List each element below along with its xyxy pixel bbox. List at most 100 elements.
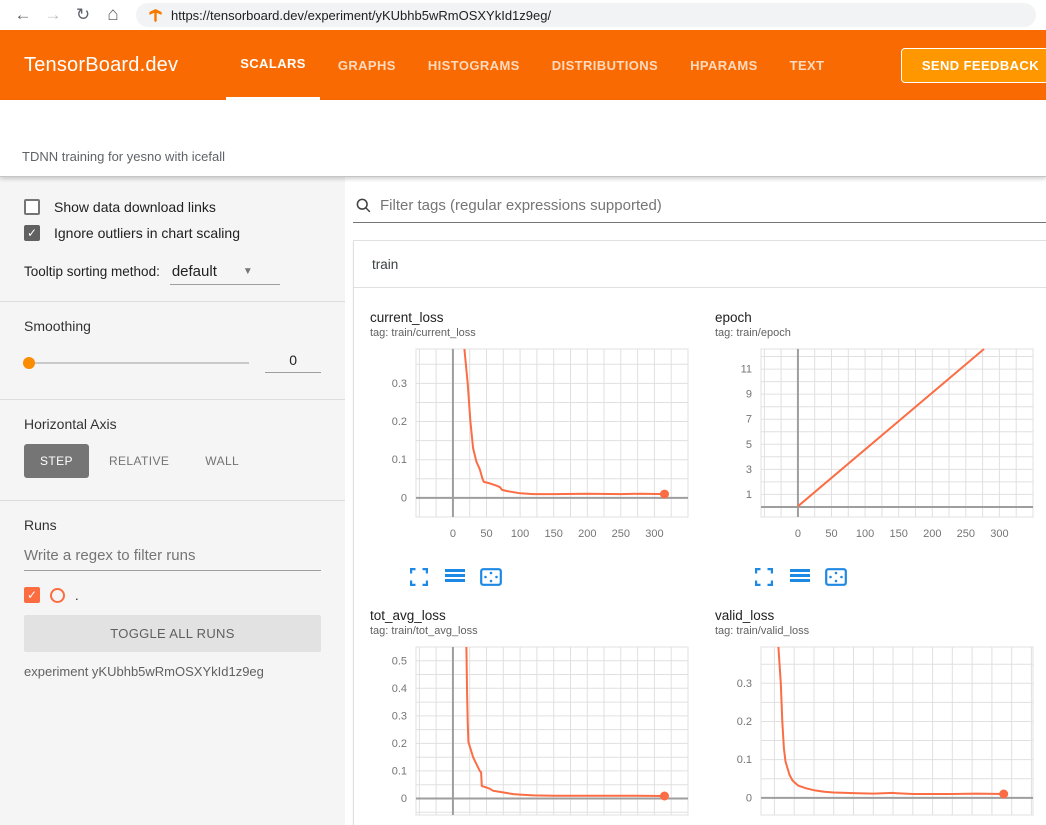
svg-text:0.1: 0.1 [737,754,752,766]
svg-text:0.3: 0.3 [737,678,752,690]
tooltip-sorting-select[interactable]: default ▼ [170,263,280,285]
svg-text:300: 300 [645,528,663,540]
svg-text:150: 150 [890,528,908,540]
svg-text:50: 50 [480,528,492,540]
chart-card-epoch: epoch tag: train/epoch 13579110501001502… [709,302,1046,600]
svg-text:250: 250 [612,528,630,540]
filter-tags-row [353,191,1046,223]
browser-toolbar: ← → ↻ ⌂ https://tensorboard.dev/experime… [0,0,1046,30]
svg-text:250: 250 [957,528,975,540]
checkbox-checked-icon: ✓ [24,225,40,241]
filter-tags-input[interactable] [380,197,1046,214]
axis-relative-button[interactable]: RELATIVE [93,444,185,478]
line-chart[interactable]: 00.10.20.350100150200250300 [715,641,1045,825]
svg-text:0.1: 0.1 [392,765,407,777]
svg-text:5: 5 [746,439,752,451]
chevron-down-icon: ▼ [243,266,253,277]
data-table-icon[interactable] [442,566,468,590]
tab-distributions[interactable]: DISTRIBUTIONS [538,30,672,100]
chart-card-current-loss: current_loss tag: train/current_loss 0 0.… [364,302,709,600]
forward-icon[interactable]: → [40,2,66,28]
svg-text:150: 150 [545,528,563,540]
chart-toolbar [715,562,1046,600]
tab-hparams[interactable]: HPARAMS [676,30,772,100]
line-chart[interactable]: 1357911050100150200250300 [715,343,1045,557]
run-checkbox-checked-icon[interactable]: ✓ [24,587,40,603]
svg-text:0.3: 0.3 [392,378,407,390]
smoothing-value[interactable]: 0 [265,352,321,373]
tensorboard-favicon [148,8,163,23]
chart-title: valid_loss [715,608,1046,623]
tab-scalars[interactable]: SCALARS [226,30,320,100]
svg-text:0.2: 0.2 [392,738,407,750]
svg-text:0: 0 [450,528,456,540]
chart-title: epoch [715,310,1046,325]
ignore-outliers-checkbox[interactable]: ✓ Ignore outliers in chart scaling [24,225,321,241]
chart-card-valid-loss: valid_loss tag: train/valid_loss 00.10.2… [709,600,1046,825]
svg-text:7: 7 [746,414,752,426]
checkbox-unchecked-icon [24,199,40,215]
expand-chart-icon[interactable] [406,566,432,590]
chart-toolbar [370,562,703,600]
svg-text:0.3: 0.3 [392,710,407,722]
svg-text:200: 200 [923,528,941,540]
toggle-all-runs-button[interactable]: TOGGLE ALL RUNS [24,615,321,652]
svg-text:300: 300 [990,528,1008,540]
reload-icon[interactable]: ↻ [70,2,96,28]
nav-tabs: SCALARS GRAPHS HISTOGRAMS DISTRIBUTIONS … [226,30,838,100]
axis-step-button[interactable]: STEP [24,444,89,478]
svg-text:3: 3 [746,464,752,476]
runs-filter-input[interactable] [24,543,321,571]
chart-tag: tag: train/valid_loss [715,625,1046,637]
run-list-item[interactable]: ✓ . [24,587,321,603]
home-icon[interactable]: ⌂ [100,2,126,28]
selected-value: default [172,263,217,280]
section-title[interactable]: train [354,241,1046,288]
svg-text:1: 1 [746,489,752,501]
main-content: train current_loss tag: train/current_lo… [345,177,1046,825]
fit-domain-icon[interactable] [823,566,849,590]
svg-text:0: 0 [795,528,801,540]
expand-chart-icon[interactable] [751,566,777,590]
svg-text:0.4: 0.4 [392,683,407,695]
data-table-icon[interactable] [787,566,813,590]
svg-text:11: 11 [741,364,752,376]
line-chart[interactable]: 00.10.20.30.40.5050100150200250300 [370,641,700,825]
run-color-circle-icon [50,588,65,603]
back-icon[interactable]: ← [10,2,36,28]
smoothing-slider[interactable] [24,362,249,364]
chart-tag: tag: train/epoch [715,327,1046,339]
axis-wall-button[interactable]: WALL [189,444,255,478]
horizontal-axis-label: Horizontal Axis [24,416,321,432]
send-feedback-button[interactable]: SEND FEEDBACK [901,48,1046,83]
tab-text[interactable]: TEXT [776,30,839,100]
runs-label: Runs [24,517,321,533]
svg-text:100: 100 [511,528,529,540]
svg-text:0.5: 0.5 [392,655,407,667]
url-text: https://tensorboard.dev/experiment/yKUbh… [171,8,551,23]
tab-graphs[interactable]: GRAPHS [324,30,410,100]
tab-histograms[interactable]: HISTOGRAMS [414,30,534,100]
checkbox-label: Ignore outliers in chart scaling [54,225,240,241]
chart-tag: tag: train/tot_avg_loss [370,625,703,637]
chart-title: current_loss [370,310,703,325]
line-chart[interactable]: 00.10.20.3050100150200250300 [370,343,700,557]
svg-text:0.2: 0.2 [737,716,752,728]
run-name: . [75,588,79,603]
svg-text:0: 0 [401,793,407,805]
app-header: TensorBoard.dev SCALARS GRAPHS HISTOGRAM… [0,30,1046,100]
slider-thumb[interactable] [23,357,35,369]
search-icon [355,197,372,214]
fit-domain-icon[interactable] [478,566,504,590]
chart-tag: tag: train/current_loss [370,327,703,339]
svg-text:0.1: 0.1 [392,454,407,466]
address-bar[interactable]: https://tensorboard.dev/experiment/yKUbh… [136,3,1036,27]
tooltip-sorting-label: Tooltip sorting method: [24,264,160,279]
chart-card-tot-avg-loss: tot_avg_loss tag: train/tot_avg_loss 00.… [364,600,709,825]
experiment-title-band: TDNN training for yesno with icefall [0,100,1046,177]
svg-text:9: 9 [746,389,752,401]
show-download-links-checkbox[interactable]: Show data download links [24,199,321,215]
charts-grid: current_loss tag: train/current_loss 0 0.… [354,288,1046,825]
svg-text:100: 100 [856,528,874,540]
app-logo: TensorBoard.dev [24,54,178,77]
